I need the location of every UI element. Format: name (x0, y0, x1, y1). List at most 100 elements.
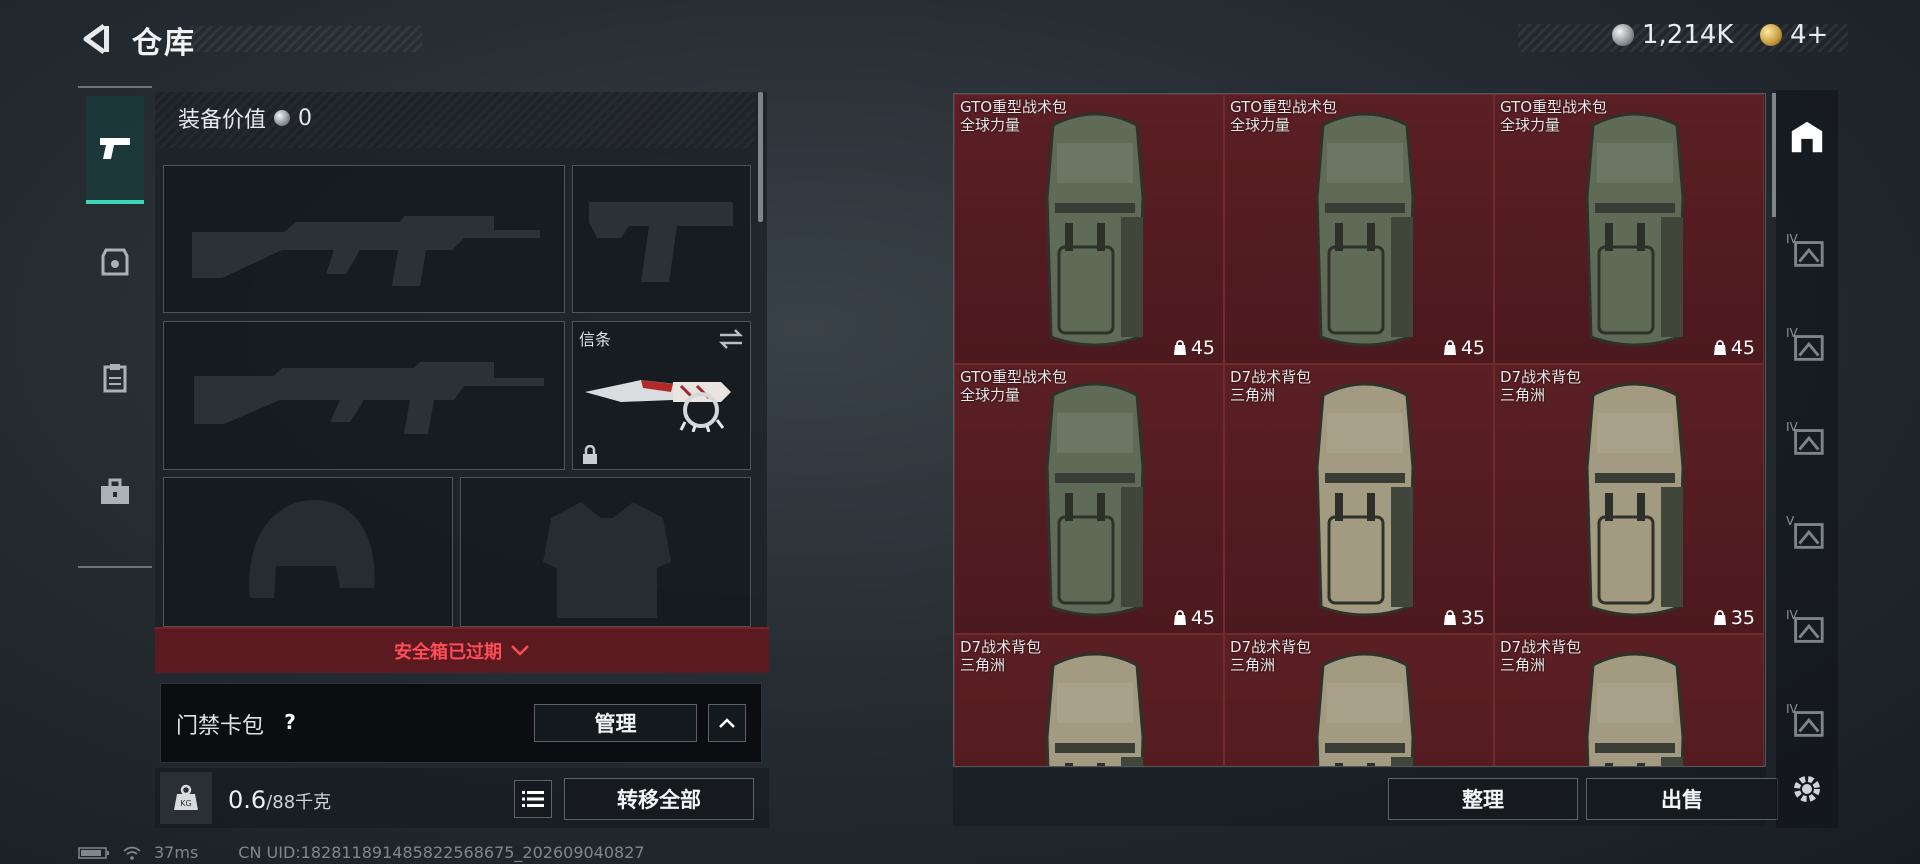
item-subtitle: 三角洲 (1500, 386, 1546, 404)
stash-item[interactable]: D7战术背包 三角洲 35 (1224, 364, 1494, 634)
item-subtitle: 全球力量 (1500, 116, 1561, 134)
item-count: 45 (1443, 337, 1485, 359)
stash-tier-tab[interactable]: IV (1786, 326, 1826, 366)
armor-slot[interactable] (460, 477, 751, 627)
helmet-silhouette-icon (249, 500, 375, 598)
item-subtitle: 三角洲 (1230, 656, 1276, 674)
bag-icon (1173, 610, 1186, 625)
item-subtitle: 三角洲 (960, 656, 1006, 674)
item-name: D7战术背包 (960, 638, 1042, 656)
item-name: GTO重型战术包 (1230, 98, 1338, 116)
item-count-value: 45 (1730, 337, 1755, 359)
gold-currency[interactable]: 4+ (1760, 18, 1828, 52)
item-name: GTO重型战术包 (960, 98, 1068, 116)
item-count: 45 (1173, 607, 1215, 629)
list-view-button[interactable] (514, 780, 552, 818)
tier-label: IV (1786, 420, 1798, 434)
stash-item[interactable]: GTO重型战术包 全球力量 45 (1494, 94, 1764, 364)
stash-tier-tab[interactable]: IV (1786, 420, 1826, 460)
primary-weapon-slot[interactable] (163, 165, 565, 313)
backpack-icon (1585, 382, 1685, 617)
item-name-block: GTO重型战术包 全球力量 (960, 98, 1067, 134)
nav-armor[interactable] (86, 208, 144, 316)
stash-item[interactable]: D7战术背包 三角洲 (954, 634, 1224, 766)
tier-label: V (1786, 514, 1795, 528)
tier-label: IV (1786, 702, 1798, 716)
silver-coin-icon (274, 110, 291, 126)
item-subtitle: 三角洲 (1500, 656, 1546, 674)
rifle-silhouette-icon (194, 362, 544, 434)
stash-item[interactable]: D7战术背包 三角洲 35 (1494, 364, 1764, 634)
item-count-value: 45 (1190, 607, 1215, 629)
item-name-block: D7战术背包 三角洲 (960, 638, 1041, 674)
silver-amount: 1,214K (1642, 20, 1734, 50)
item-count: 35 (1443, 607, 1485, 629)
helmet-slot[interactable] (163, 477, 453, 627)
collapse-button[interactable] (708, 704, 746, 742)
sort-button[interactable]: 整理 (1388, 778, 1578, 820)
item-count-value: 35 (1730, 607, 1755, 629)
capacity-text: 0.6/88千克 (228, 786, 331, 814)
item-count: 35 (1713, 607, 1755, 629)
item-subtitle: 全球力量 (1230, 116, 1291, 134)
swap-icon[interactable] (718, 328, 744, 350)
item-name: D7战术背包 (1500, 368, 1582, 386)
settings-button[interactable] (1788, 770, 1826, 808)
stash-tier-tab[interactable]: IV (1786, 608, 1826, 648)
secondary-weapon-slot[interactable] (163, 321, 565, 470)
sell-button[interactable]: 出售 (1586, 778, 1778, 820)
nav-rig[interactable] (86, 324, 144, 432)
manage-button[interactable]: 管理 (534, 704, 697, 742)
item-name-block: GTO重型战术包 全球力量 (960, 368, 1067, 404)
backpack-icon (1315, 652, 1415, 766)
backpack-icon (1045, 652, 1145, 766)
stash-item[interactable]: GTO重型战术包 全球力量 45 (954, 94, 1224, 364)
gold-coin-icon (1760, 24, 1782, 46)
backpack-icon (1585, 112, 1685, 347)
stash-home-tab[interactable] (1788, 118, 1826, 156)
item-count-value: 45 (1460, 337, 1485, 359)
chevron-down-icon (511, 645, 529, 656)
header-stripe (190, 26, 422, 52)
stash-item[interactable]: D7战术背包 三角洲 (1494, 634, 1764, 766)
stash-item[interactable]: GTO重型战术包 全球力量 45 (1224, 94, 1494, 364)
stash-tier-tab[interactable]: IV (1786, 232, 1826, 272)
capacity-max: /88千克 (266, 792, 332, 813)
pistol-slot[interactable] (572, 165, 751, 313)
backpack-icon (1315, 112, 1415, 347)
item-subtitle: 三角洲 (1230, 386, 1276, 404)
equipment-scrollbar[interactable] (758, 92, 763, 222)
transfer-all-button[interactable]: 转移全部 (564, 778, 754, 820)
pistol-silhouette-icon (589, 202, 733, 282)
rifle-silhouette-icon (192, 216, 540, 286)
item-name: GTO重型战术包 (960, 368, 1068, 386)
nav-weapons[interactable] (86, 96, 144, 204)
safebox-status: 安全箱已过期 (394, 642, 502, 663)
warehouse-icon (1791, 121, 1823, 153)
melee-slot[interactable]: 信条 (572, 321, 751, 470)
nav-toolbox[interactable] (86, 438, 144, 546)
item-name-block: D7战术背包 三角洲 (1500, 638, 1581, 674)
item-count: 45 (1173, 337, 1215, 359)
bag-icon (1173, 340, 1186, 355)
safebox-expired-banner[interactable]: 安全箱已过期 (155, 627, 769, 673)
equipment-value: 装备价值 0 (178, 102, 312, 134)
card-pack-label: 门禁卡包 (176, 714, 265, 739)
help-icon[interactable]: ? (276, 708, 304, 736)
weight-icon-box: KG (160, 772, 212, 824)
melee-slot-label: 信条 (579, 330, 612, 349)
back-arrow-icon[interactable] (78, 22, 112, 56)
backpack-icon (1315, 382, 1415, 617)
item-count: 45 (1713, 337, 1755, 359)
stash-tier-tab[interactable]: IV (1786, 702, 1826, 742)
lock-icon (583, 445, 597, 464)
stash-item[interactable]: D7战术背包 三角洲 (1224, 634, 1494, 766)
page-title: 仓库 (132, 26, 196, 61)
item-name: GTO重型战术包 (1500, 98, 1608, 116)
equipment-value-amount: 0 (298, 105, 313, 131)
silver-currency: 1,214K (1612, 18, 1733, 52)
tier-label: IV (1786, 608, 1798, 622)
stash-tier-tab[interactable]: V (1786, 514, 1826, 554)
equipment-value-label: 装备价值 (178, 108, 267, 133)
stash-item[interactable]: GTO重型战术包 全球力量 45 (954, 364, 1224, 634)
